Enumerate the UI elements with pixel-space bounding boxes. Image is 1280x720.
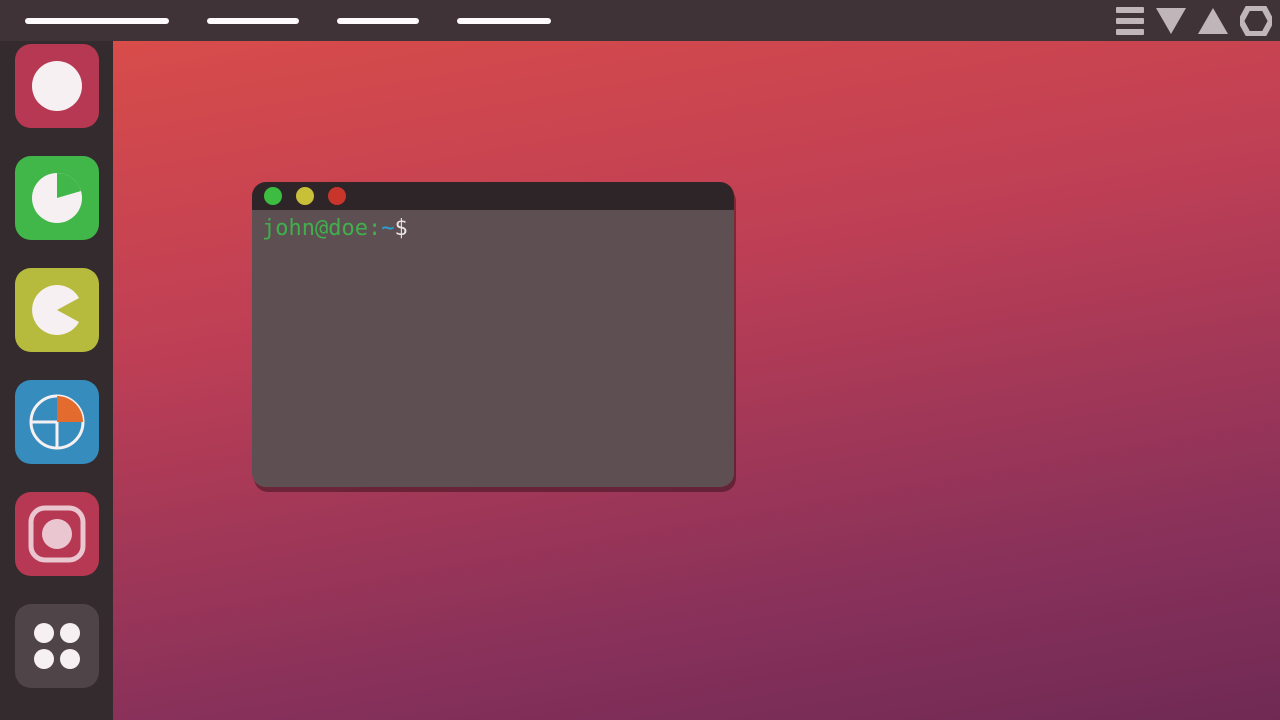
menu-item-1[interactable] xyxy=(25,18,169,24)
terminal-body[interactable]: john@doe:~$ xyxy=(252,210,734,487)
top-menu xyxy=(0,18,551,24)
launcher-tile-charts[interactable] xyxy=(15,156,99,240)
top-bar xyxy=(0,0,1280,41)
launcher-tile-apps[interactable] xyxy=(15,604,99,688)
prompt-symbol: $ xyxy=(394,216,407,241)
pie-notch-icon xyxy=(30,171,84,225)
launcher-tile-camera[interactable] xyxy=(15,492,99,576)
menu-item-3[interactable] xyxy=(337,18,419,24)
launcher-tile-files[interactable] xyxy=(15,44,99,128)
lens-icon xyxy=(24,501,90,567)
screen: john@doe:~$ xyxy=(0,0,1280,720)
launcher-tile-stats[interactable] xyxy=(15,380,99,464)
window-minimize-icon[interactable] xyxy=(264,187,282,205)
terminal-window[interactable]: john@doe:~$ xyxy=(252,182,734,487)
window-close-icon[interactable] xyxy=(328,187,346,205)
launcher-dock xyxy=(0,41,113,720)
triangle-down-icon[interactable] xyxy=(1156,8,1186,34)
prompt-user: john@doe: xyxy=(262,216,381,241)
pie-chart-icon xyxy=(28,393,86,451)
prompt-path: ~ xyxy=(381,216,394,241)
app-grid-icon xyxy=(27,616,87,676)
launcher-tile-player[interactable] xyxy=(15,268,99,352)
window-maximize-icon[interactable] xyxy=(296,187,314,205)
menu-icon[interactable] xyxy=(1116,7,1144,35)
menu-item-4[interactable] xyxy=(457,18,551,24)
hexagon-icon[interactable] xyxy=(1240,6,1272,36)
system-tray xyxy=(1116,0,1272,41)
menu-item-2[interactable] xyxy=(207,18,299,24)
terminal-prompt: john@doe:~$ xyxy=(262,216,724,242)
triangle-up-icon[interactable] xyxy=(1198,8,1228,34)
pacman-icon xyxy=(30,283,84,337)
terminal-titlebar[interactable] xyxy=(252,182,734,210)
circle-icon xyxy=(30,59,84,113)
